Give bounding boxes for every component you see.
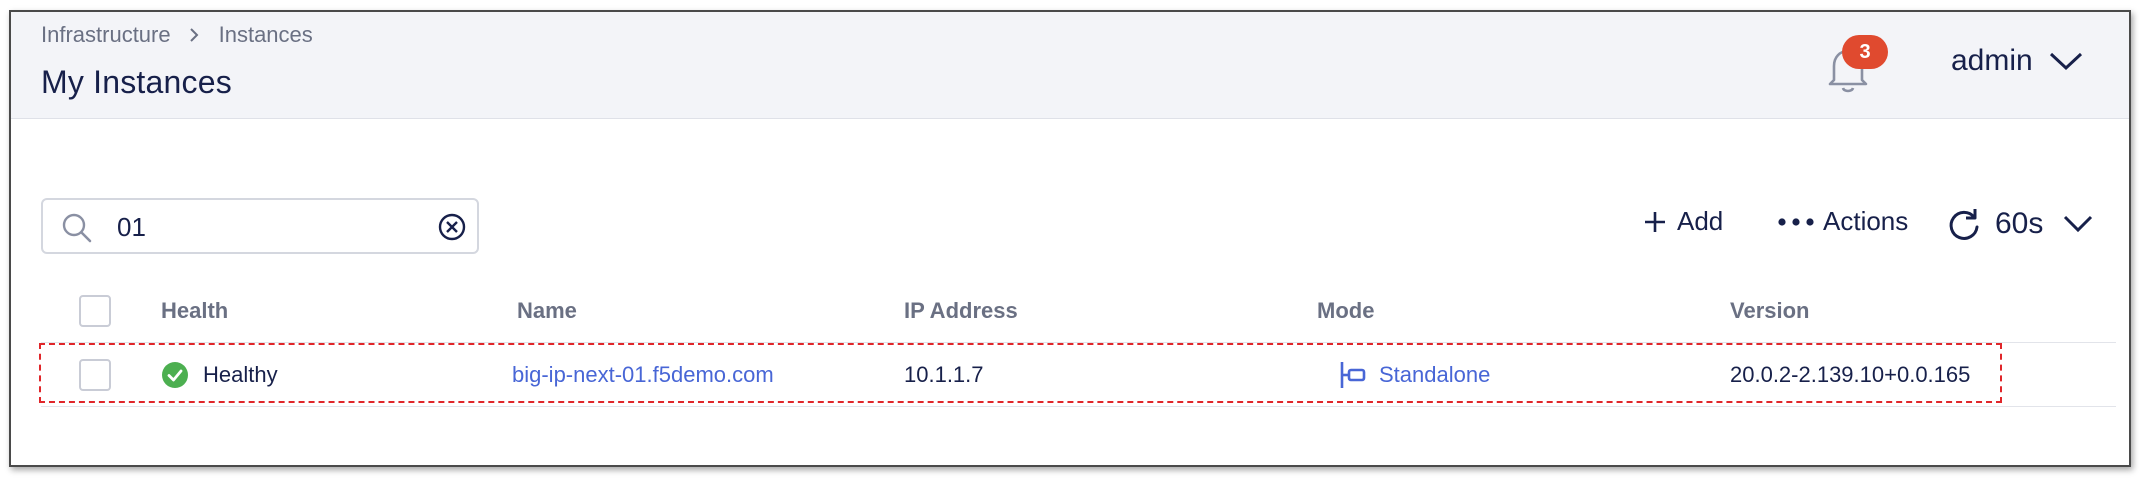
refresh-interval-value: 60s <box>1995 207 2044 240</box>
mode-cell[interactable]: Standalone <box>1339 344 1490 406</box>
row-checkbox[interactable] <box>79 359 111 391</box>
user-name: admin <box>1951 44 2033 77</box>
column-header-name[interactable]: Name <box>517 280 577 342</box>
health-status: Healthy <box>203 362 278 387</box>
chevron-right-icon <box>189 27 199 43</box>
search-box <box>41 198 479 254</box>
mode-label: Standalone <box>1379 362 1491 387</box>
row-select-cell <box>79 344 111 406</box>
breadcrumb: Infrastructure Instances <box>41 22 313 48</box>
clear-search-icon[interactable] <box>437 212 467 247</box>
page-header: Infrastructure Instances My Instances 3 … <box>11 12 2129 119</box>
user-menu[interactable]: admin <box>1951 44 2083 78</box>
page-title: My Instances <box>41 64 232 100</box>
app-window: Infrastructure Instances My Instances 3 … <box>9 10 2131 467</box>
column-header-ip-address[interactable]: IP Address <box>904 280 1018 342</box>
actions-label: Actions <box>1823 206 1909 236</box>
add-label: Add <box>1677 206 1724 236</box>
add-button[interactable]: Add <box>1643 206 1723 237</box>
table-header-row: Health Name IP Address Mode Version <box>41 280 2116 343</box>
breadcrumb-infrastructure[interactable]: Infrastructure <box>41 22 171 48</box>
health-cell: Healthy <box>161 344 278 406</box>
chevron-down-icon <box>2049 51 2083 71</box>
refresh-icon[interactable] <box>1947 206 1981 242</box>
breadcrumb-instances: Instances <box>218 22 313 47</box>
refresh-interval-control[interactable]: 60s <box>1947 206 2093 242</box>
version-cell: 20.0.2-2.139.10+0.0.165 <box>1730 362 1971 387</box>
check-circle-icon <box>161 361 189 389</box>
chevron-down-icon[interactable] <box>2063 215 2093 233</box>
more-dots-icon <box>1777 216 1815 228</box>
instance-name-link[interactable]: big-ip-next-01.f5demo.com <box>512 344 774 406</box>
column-header-version[interactable]: Version <box>1730 280 1809 342</box>
plus-icon <box>1643 210 1667 234</box>
column-header-mode[interactable]: Mode <box>1317 280 1374 342</box>
ip-address-cell: 10.1.1.7 <box>904 362 984 387</box>
search-input[interactable] <box>115 208 419 246</box>
search-icon <box>61 212 93 249</box>
select-all-checkbox[interactable] <box>79 295 111 327</box>
table-row[interactable]: Healthy big-ip-next-01.f5demo.com 10.1.1… <box>41 344 2116 407</box>
notification-badge: 3 <box>1842 35 1888 69</box>
standalone-mode-icon <box>1339 360 1367 390</box>
select-all-cell <box>79 280 111 342</box>
actions-button[interactable]: Actions <box>1777 206 1908 237</box>
column-header-health[interactable]: Health <box>161 280 228 342</box>
